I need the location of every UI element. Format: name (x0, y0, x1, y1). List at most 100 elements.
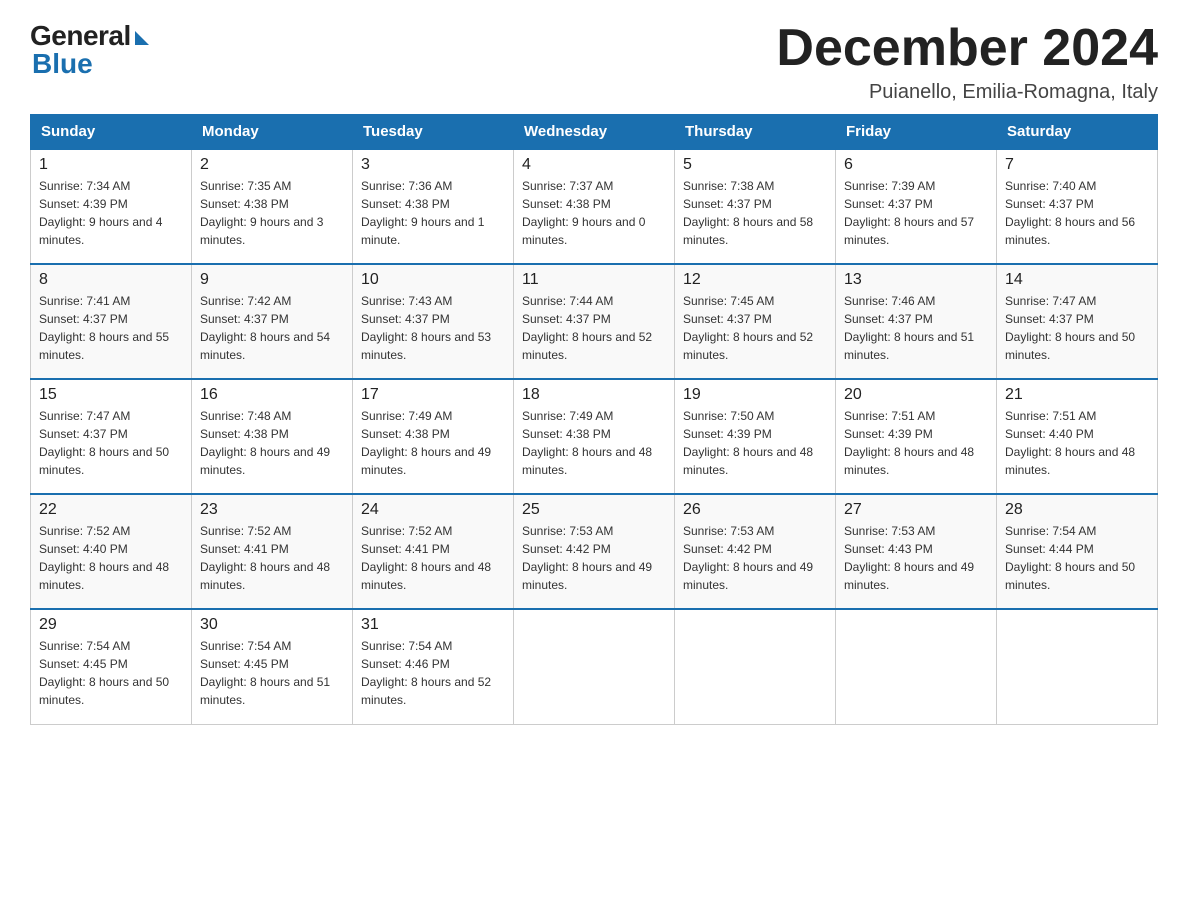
calendar-header-tuesday: Tuesday (353, 115, 514, 150)
calendar-week-row: 8 Sunrise: 7:41 AM Sunset: 4:37 PM Dayli… (31, 264, 1158, 379)
day-number: 23 (200, 501, 344, 519)
day-number: 9 (200, 271, 344, 289)
calendar-table: SundayMondayTuesdayWednesdayThursdayFrid… (30, 114, 1158, 725)
day-info: Sunrise: 7:49 AM Sunset: 4:38 PM Dayligh… (361, 407, 505, 479)
location-title: Puianello, Emilia-Romagna, Italy (776, 81, 1158, 104)
day-number: 2 (200, 156, 344, 174)
day-number: 28 (1005, 501, 1149, 519)
day-info: Sunrise: 7:45 AM Sunset: 4:37 PM Dayligh… (683, 292, 827, 364)
day-number: 1 (39, 156, 183, 174)
day-info: Sunrise: 7:42 AM Sunset: 4:37 PM Dayligh… (200, 292, 344, 364)
day-info: Sunrise: 7:51 AM Sunset: 4:39 PM Dayligh… (844, 407, 988, 479)
calendar-cell: 13 Sunrise: 7:46 AM Sunset: 4:37 PM Dayl… (836, 264, 997, 379)
day-number: 12 (683, 271, 827, 289)
calendar-cell: 8 Sunrise: 7:41 AM Sunset: 4:37 PM Dayli… (31, 264, 192, 379)
day-info: Sunrise: 7:52 AM Sunset: 4:40 PM Dayligh… (39, 522, 183, 594)
day-number: 26 (683, 501, 827, 519)
calendar-cell: 10 Sunrise: 7:43 AM Sunset: 4:37 PM Dayl… (353, 264, 514, 379)
day-info: Sunrise: 7:34 AM Sunset: 4:39 PM Dayligh… (39, 177, 183, 249)
day-number: 4 (522, 156, 666, 174)
day-info: Sunrise: 7:53 AM Sunset: 4:42 PM Dayligh… (683, 522, 827, 594)
calendar-cell (675, 609, 836, 724)
calendar-cell: 31 Sunrise: 7:54 AM Sunset: 4:46 PM Dayl… (353, 609, 514, 724)
calendar-cell: 20 Sunrise: 7:51 AM Sunset: 4:39 PM Dayl… (836, 379, 997, 494)
calendar-cell: 29 Sunrise: 7:54 AM Sunset: 4:45 PM Dayl… (31, 609, 192, 724)
calendar-cell: 18 Sunrise: 7:49 AM Sunset: 4:38 PM Dayl… (514, 379, 675, 494)
day-info: Sunrise: 7:38 AM Sunset: 4:37 PM Dayligh… (683, 177, 827, 249)
day-info: Sunrise: 7:48 AM Sunset: 4:38 PM Dayligh… (200, 407, 344, 479)
day-number: 17 (361, 386, 505, 404)
day-number: 22 (39, 501, 183, 519)
day-number: 30 (200, 616, 344, 634)
day-number: 10 (361, 271, 505, 289)
day-number: 21 (1005, 386, 1149, 404)
calendar-cell: 6 Sunrise: 7:39 AM Sunset: 4:37 PM Dayli… (836, 149, 997, 264)
day-number: 16 (200, 386, 344, 404)
day-number: 29 (39, 616, 183, 634)
day-info: Sunrise: 7:40 AM Sunset: 4:37 PM Dayligh… (1005, 177, 1149, 249)
day-info: Sunrise: 7:53 AM Sunset: 4:42 PM Dayligh… (522, 522, 666, 594)
day-number: 19 (683, 386, 827, 404)
day-info: Sunrise: 7:54 AM Sunset: 4:45 PM Dayligh… (200, 637, 344, 709)
day-number: 3 (361, 156, 505, 174)
day-number: 25 (522, 501, 666, 519)
day-info: Sunrise: 7:46 AM Sunset: 4:37 PM Dayligh… (844, 292, 988, 364)
day-info: Sunrise: 7:54 AM Sunset: 4:45 PM Dayligh… (39, 637, 183, 709)
day-number: 18 (522, 386, 666, 404)
calendar-header-friday: Friday (836, 115, 997, 150)
calendar-cell: 23 Sunrise: 7:52 AM Sunset: 4:41 PM Dayl… (192, 494, 353, 609)
logo-blue-text: Blue (32, 48, 93, 80)
day-info: Sunrise: 7:41 AM Sunset: 4:37 PM Dayligh… (39, 292, 183, 364)
calendar-cell: 30 Sunrise: 7:54 AM Sunset: 4:45 PM Dayl… (192, 609, 353, 724)
month-title: December 2024 (776, 20, 1158, 77)
day-info: Sunrise: 7:44 AM Sunset: 4:37 PM Dayligh… (522, 292, 666, 364)
day-info: Sunrise: 7:54 AM Sunset: 4:46 PM Dayligh… (361, 637, 505, 709)
calendar-cell: 11 Sunrise: 7:44 AM Sunset: 4:37 PM Dayl… (514, 264, 675, 379)
day-number: 13 (844, 271, 988, 289)
calendar-header-sunday: Sunday (31, 115, 192, 150)
calendar-cell: 1 Sunrise: 7:34 AM Sunset: 4:39 PM Dayli… (31, 149, 192, 264)
day-number: 5 (683, 156, 827, 174)
calendar-header-row: SundayMondayTuesdayWednesdayThursdayFrid… (31, 115, 1158, 150)
day-info: Sunrise: 7:53 AM Sunset: 4:43 PM Dayligh… (844, 522, 988, 594)
day-info: Sunrise: 7:50 AM Sunset: 4:39 PM Dayligh… (683, 407, 827, 479)
calendar-header-wednesday: Wednesday (514, 115, 675, 150)
calendar-cell: 9 Sunrise: 7:42 AM Sunset: 4:37 PM Dayli… (192, 264, 353, 379)
calendar-header-saturday: Saturday (997, 115, 1158, 150)
calendar-cell: 21 Sunrise: 7:51 AM Sunset: 4:40 PM Dayl… (997, 379, 1158, 494)
calendar-cell: 27 Sunrise: 7:53 AM Sunset: 4:43 PM Dayl… (836, 494, 997, 609)
day-number: 6 (844, 156, 988, 174)
calendar-cell: 3 Sunrise: 7:36 AM Sunset: 4:38 PM Dayli… (353, 149, 514, 264)
logo: General Blue (30, 20, 149, 80)
calendar-cell: 2 Sunrise: 7:35 AM Sunset: 4:38 PM Dayli… (192, 149, 353, 264)
day-number: 8 (39, 271, 183, 289)
page-header: General Blue December 2024 Puianello, Em… (30, 20, 1158, 104)
calendar-week-row: 1 Sunrise: 7:34 AM Sunset: 4:39 PM Dayli… (31, 149, 1158, 264)
day-number: 11 (522, 271, 666, 289)
calendar-week-row: 15 Sunrise: 7:47 AM Sunset: 4:37 PM Dayl… (31, 379, 1158, 494)
calendar-cell: 12 Sunrise: 7:45 AM Sunset: 4:37 PM Dayl… (675, 264, 836, 379)
day-info: Sunrise: 7:47 AM Sunset: 4:37 PM Dayligh… (1005, 292, 1149, 364)
day-number: 15 (39, 386, 183, 404)
day-number: 31 (361, 616, 505, 634)
calendar-cell: 4 Sunrise: 7:37 AM Sunset: 4:38 PM Dayli… (514, 149, 675, 264)
day-info: Sunrise: 7:39 AM Sunset: 4:37 PM Dayligh… (844, 177, 988, 249)
day-info: Sunrise: 7:35 AM Sunset: 4:38 PM Dayligh… (200, 177, 344, 249)
calendar-cell: 7 Sunrise: 7:40 AM Sunset: 4:37 PM Dayli… (997, 149, 1158, 264)
calendar-week-row: 22 Sunrise: 7:52 AM Sunset: 4:40 PM Dayl… (31, 494, 1158, 609)
day-number: 14 (1005, 271, 1149, 289)
title-block: December 2024 Puianello, Emilia-Romagna,… (776, 20, 1158, 104)
calendar-cell: 14 Sunrise: 7:47 AM Sunset: 4:37 PM Dayl… (997, 264, 1158, 379)
calendar-cell: 16 Sunrise: 7:48 AM Sunset: 4:38 PM Dayl… (192, 379, 353, 494)
calendar-week-row: 29 Sunrise: 7:54 AM Sunset: 4:45 PM Dayl… (31, 609, 1158, 724)
calendar-cell (514, 609, 675, 724)
day-info: Sunrise: 7:47 AM Sunset: 4:37 PM Dayligh… (39, 407, 183, 479)
calendar-cell: 28 Sunrise: 7:54 AM Sunset: 4:44 PM Dayl… (997, 494, 1158, 609)
calendar-header-monday: Monday (192, 115, 353, 150)
calendar-cell (997, 609, 1158, 724)
day-info: Sunrise: 7:51 AM Sunset: 4:40 PM Dayligh… (1005, 407, 1149, 479)
calendar-cell: 17 Sunrise: 7:49 AM Sunset: 4:38 PM Dayl… (353, 379, 514, 494)
day-number: 24 (361, 501, 505, 519)
day-number: 7 (1005, 156, 1149, 174)
calendar-cell: 5 Sunrise: 7:38 AM Sunset: 4:37 PM Dayli… (675, 149, 836, 264)
